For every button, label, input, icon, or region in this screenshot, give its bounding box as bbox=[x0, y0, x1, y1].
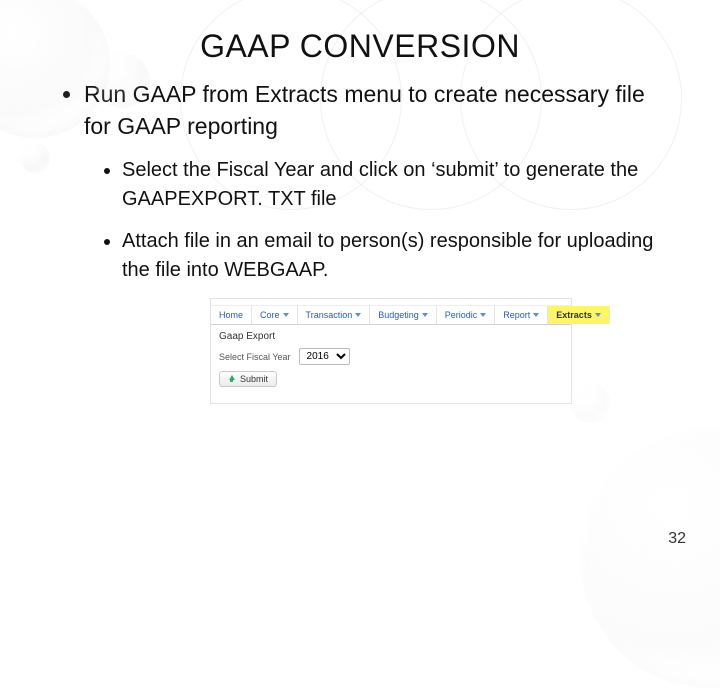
tab-core[interactable]: Core bbox=[252, 306, 298, 324]
tab-label: Budgeting bbox=[378, 310, 419, 320]
tab-label: Transaction bbox=[306, 310, 353, 320]
fiscal-year-label: Select Fiscal Year bbox=[219, 352, 291, 362]
tab-budgeting[interactable]: Budgeting bbox=[370, 306, 437, 324]
panel: Gaap Export Select Fiscal Year 2016 Subm… bbox=[211, 325, 571, 403]
chevron-down-icon bbox=[355, 313, 361, 317]
tab-transaction[interactable]: Transaction bbox=[298, 306, 371, 324]
navbar: Home Core Transaction Budgeting Periodic… bbox=[211, 306, 571, 325]
breadcrumb bbox=[211, 299, 571, 306]
bullet-lvl2: Attach file in an email to person(s) res… bbox=[122, 227, 672, 284]
tab-label: Home bbox=[219, 310, 243, 320]
tab-periodic[interactable]: Periodic bbox=[437, 306, 496, 324]
submit-button-label: Submit bbox=[240, 374, 268, 384]
tab-label: Report bbox=[503, 310, 530, 320]
watermark-bubble bbox=[580, 428, 720, 688]
panel-title: Gaap Export bbox=[219, 331, 563, 342]
watermark-bubble bbox=[20, 143, 50, 173]
chevron-down-icon bbox=[422, 313, 428, 317]
upload-icon bbox=[228, 375, 236, 383]
chevron-down-icon bbox=[595, 313, 601, 317]
tab-report[interactable]: Report bbox=[495, 306, 548, 324]
fiscal-year-select[interactable]: 2016 bbox=[299, 348, 350, 365]
slide: GAAP CONVERSION Run GAAP from Extracts m… bbox=[0, 28, 720, 568]
watermark-bubble bbox=[570, 383, 610, 423]
tab-extracts[interactable]: Extracts bbox=[548, 306, 610, 324]
submit-button[interactable]: Submit bbox=[219, 371, 277, 387]
chevron-down-icon bbox=[533, 313, 539, 317]
tab-label: Core bbox=[260, 310, 280, 320]
embedded-screenshot: Home Core Transaction Budgeting Periodic… bbox=[210, 298, 572, 404]
page-number: 32 bbox=[668, 530, 686, 548]
chevron-down-icon bbox=[480, 313, 486, 317]
tab-label: Periodic bbox=[445, 310, 478, 320]
tab-label: Extracts bbox=[556, 310, 592, 320]
chevron-down-icon bbox=[283, 313, 289, 317]
watermark-bubble bbox=[95, 53, 150, 108]
tab-home[interactable]: Home bbox=[211, 306, 252, 324]
